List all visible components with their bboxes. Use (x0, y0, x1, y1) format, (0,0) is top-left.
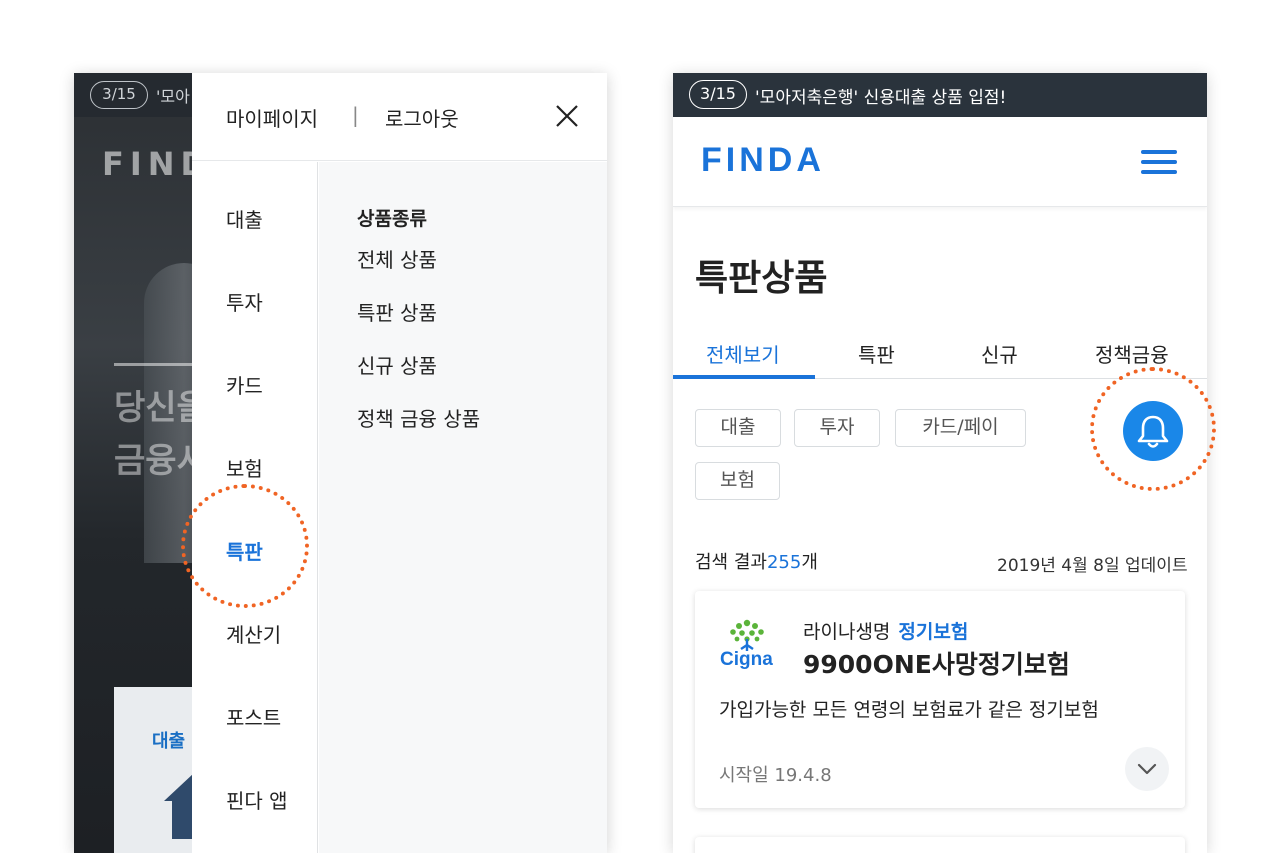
bell-icon (1137, 415, 1169, 448)
tab-all[interactable]: 전체보기 (706, 339, 780, 368)
product-card[interactable]: Cigna 라이나생명 정기보험 9900ONE사망정기보험 가입가능한 모든 연… (695, 591, 1185, 808)
logout-link[interactable]: 로그아웃 (385, 103, 459, 132)
submenu-heading: 상품종류 (357, 208, 427, 230)
filter-chip-invest[interactable]: 투자 (794, 409, 880, 447)
filter-chip-insurance[interactable]: 보험 (695, 462, 780, 500)
app-header: FINDA (673, 117, 1207, 207)
result-count: 검색 결과255개 (695, 548, 818, 574)
expand-button[interactable] (1125, 747, 1169, 791)
menu-item-insurance[interactable]: 보험 (226, 453, 263, 482)
finda-logo[interactable]: FINDA (701, 141, 825, 180)
submenu-item-all[interactable]: 전체 상품 (357, 244, 437, 273)
company-name: 라이나생명 (803, 621, 891, 643)
menu-separator: | (352, 103, 359, 127)
product-description: 가입가능한 모든 연령의 보험료가 같은 정기보험 (719, 699, 1099, 721)
submenu-item-special[interactable]: 특판 상품 (357, 297, 437, 326)
tab-policy-finance[interactable]: 정책금융 (1095, 339, 1169, 368)
insurer-line: 라이나생명 정기보험 (803, 617, 968, 644)
hamburger-icon[interactable] (1141, 148, 1177, 176)
banner-counter: 3/15 (689, 80, 747, 109)
left-phone-screen: 3/15 '모아 FIND 당신을 금융서 대출 마이페이지 | 로그아웃 대출… (74, 73, 607, 853)
side-menu-drawer: 마이페이지 | 로그아웃 대출 투자 카드 보험 특판 계산기 포스트 핀다 앱… (192, 73, 607, 853)
filter-chip-card-pay[interactable]: 카드/페이 (895, 409, 1026, 447)
notice-banner[interactable]: 3/15 '모아저축은행' 신용대출 상품 입점! (673, 73, 1207, 117)
result-count-prefix: 검색 결과 (695, 552, 767, 573)
menu-item-post[interactable]: 포스트 (226, 702, 281, 731)
submenu-item-policy[interactable]: 정책 금융 상품 (357, 403, 480, 432)
tab-special[interactable]: 특판 (858, 339, 895, 368)
product-category: 정기보험 (898, 621, 969, 643)
product-start-date: 시작일 19.4.8 (719, 765, 832, 786)
product-name: 9900ONE사망정기보험 (803, 650, 1070, 679)
mypage-link[interactable]: 마이페이지 (226, 103, 318, 132)
background-divider (114, 363, 194, 366)
menu-item-loan[interactable]: 대출 (226, 204, 263, 233)
right-phone-screen: 3/15 '모아저축은행' 신용대출 상품 입점! FINDA 특판상품 전체보… (673, 73, 1207, 853)
menu-item-app[interactable]: 핀다 앱 (226, 785, 288, 814)
filter-chip-loan[interactable]: 대출 (695, 409, 781, 447)
banner-text: '모아저축은행' 신용대출 상품 입점! (755, 88, 1007, 108)
menu-item-card[interactable]: 카드 (226, 370, 263, 399)
result-count-suffix: 개 (801, 552, 818, 573)
menu-submenu-panel: 상품종류 전체 상품 특판 상품 신규 상품 정책 금융 상품 (319, 162, 607, 853)
menu-top-bar: 마이페이지 | 로그아웃 (192, 73, 607, 161)
menu-category-list: 대출 투자 카드 보험 특판 계산기 포스트 핀다 앱 (192, 162, 318, 853)
background-banner-text: '모아 (156, 87, 190, 106)
menu-item-invest[interactable]: 투자 (226, 287, 263, 316)
update-date: 2019년 4월 8일 업데이트 (997, 556, 1188, 576)
notification-button[interactable] (1123, 401, 1183, 461)
background-banner-counter: 3/15 (90, 81, 148, 109)
tab-new[interactable]: 신규 (981, 339, 1018, 368)
menu-item-calculator[interactable]: 계산기 (226, 619, 281, 648)
menu-item-special[interactable]: 특판 (226, 536, 263, 565)
background-card-label: 대출 (152, 731, 186, 752)
chevron-down-icon (1137, 763, 1157, 775)
close-icon[interactable] (554, 103, 580, 129)
cigna-brand-text: Cigna (720, 649, 773, 670)
submenu-item-new[interactable]: 신규 상품 (357, 350, 437, 379)
page-title: 특판상품 (695, 258, 828, 299)
active-tab-indicator (673, 375, 815, 379)
screenshot-stage: 3/15 '모아 FIND 당신을 금융서 대출 마이페이지 | 로그아웃 대출… (0, 0, 1280, 853)
result-count-number: 255 (766, 552, 802, 573)
next-product-card[interactable] (695, 837, 1185, 853)
tab-bar: 전체보기 특판 신규 정책금융 (673, 327, 1207, 379)
